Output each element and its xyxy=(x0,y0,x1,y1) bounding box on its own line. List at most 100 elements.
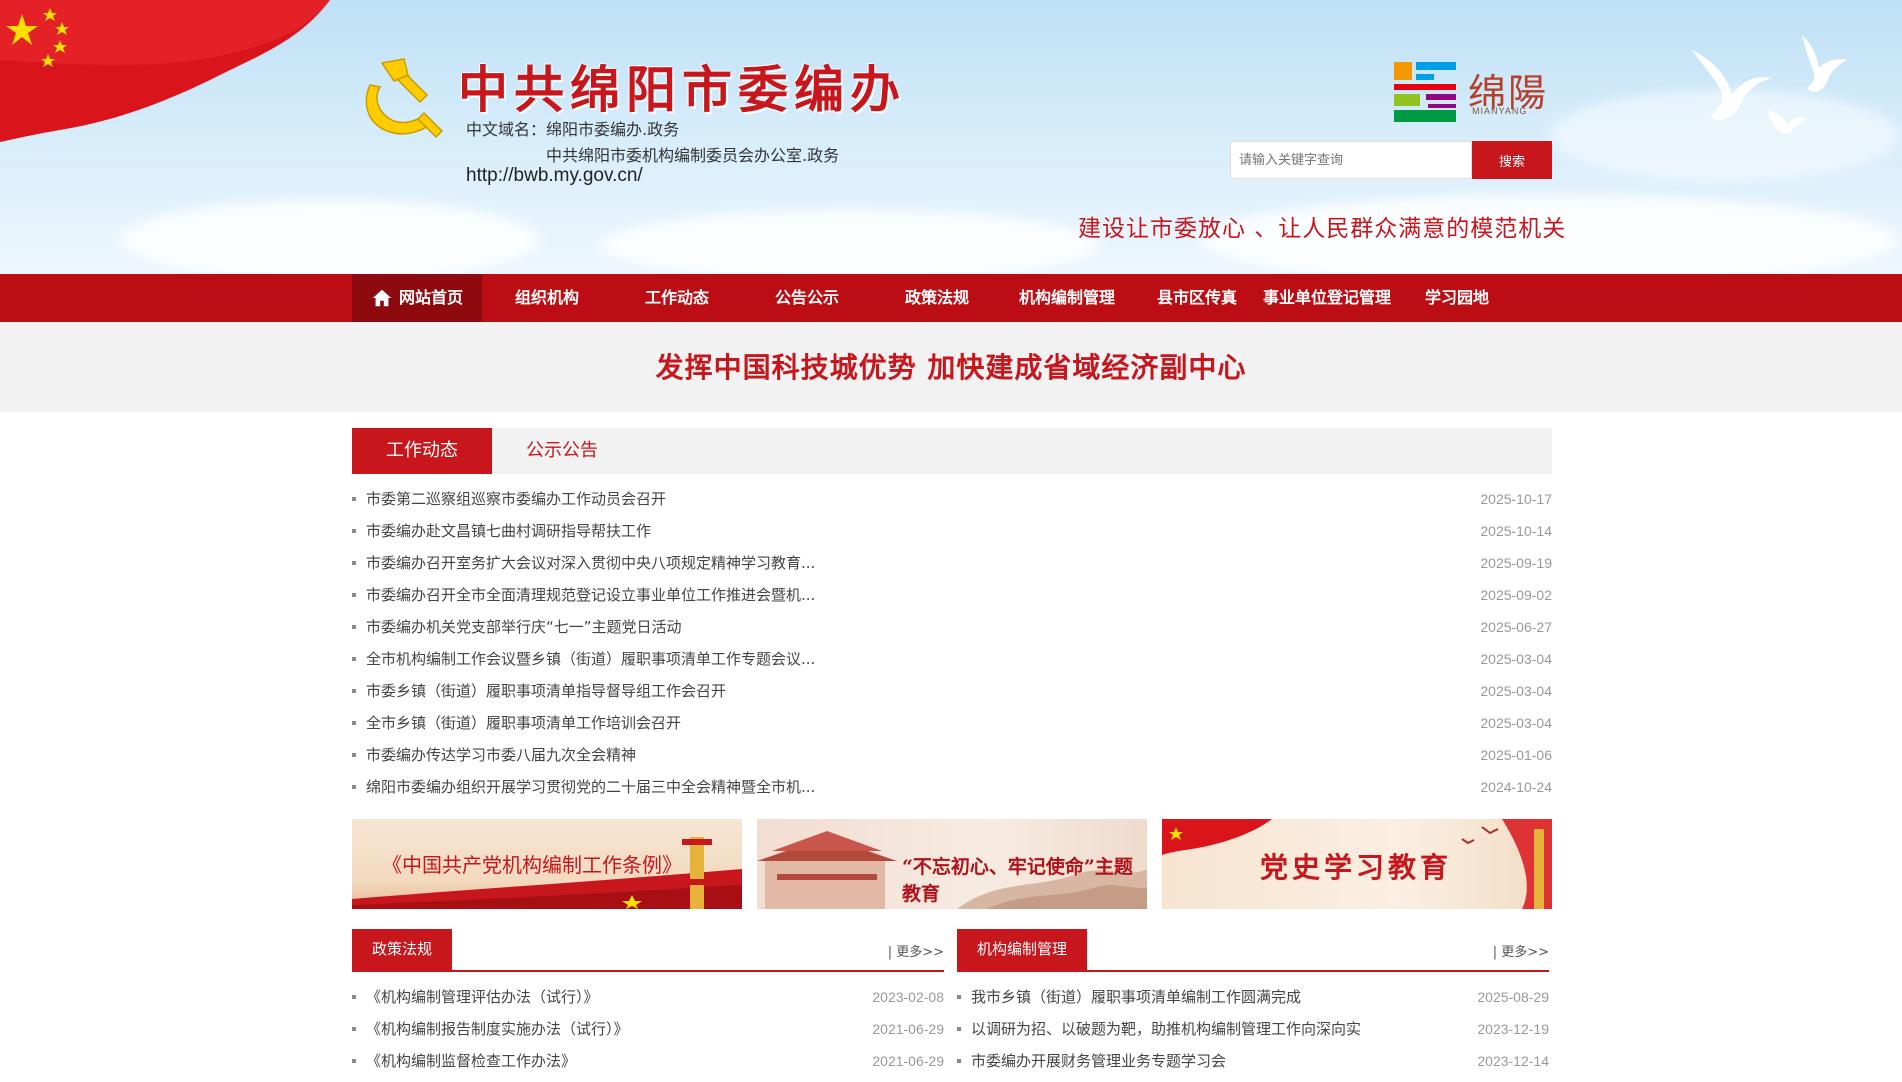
list-item: 全市乡镇（街道）履职事项清单工作培训会召开 2025-03-04 xyxy=(352,712,1552,744)
establishment-section: 机构编制管理 | 更多>> 我市乡镇（街道）履职事项清单编制工作圆满完成 2025… xyxy=(957,929,1549,1082)
section-title[interactable]: 政策法规 xyxy=(352,929,453,970)
nav-item-work-news[interactable]: 工作动态 xyxy=(612,274,742,322)
list-item: 《机构编制监督检查工作办法》 2021-06-29 xyxy=(352,1050,944,1082)
list-item: 市委编办召开全市全面清理规范登记设立事业单位工作推进会暨机... 2025-09-… xyxy=(352,584,1552,616)
banner-text: 发挥中国科技城优势 加快建成省域经济副中心 xyxy=(655,351,1247,384)
bullet-icon xyxy=(352,561,356,565)
main-nav: 网站首页 组织机构 工作动态 公告公示 政策法规 机构编制管理 县市区传真 事业… xyxy=(0,274,1902,322)
establishment-date: 2025-08-29 xyxy=(1477,989,1549,1005)
bullet-icon xyxy=(957,1059,961,1063)
news-date: 2025-03-04 xyxy=(1480,683,1552,699)
list-item: 我市乡镇（街道）履职事项清单编制工作圆满完成 2025-08-29 xyxy=(957,986,1549,1018)
news-title-link[interactable]: 全市乡镇（街道）履职事项清单工作培训会召开 xyxy=(366,712,681,734)
promo-banner-theme-education[interactable]: “不忘初心、牢记使命”主题教育 xyxy=(757,819,1147,909)
search-input[interactable] xyxy=(1230,141,1472,179)
bullet-icon xyxy=(957,995,961,999)
nav-item-announcements[interactable]: 公告公示 xyxy=(742,274,872,322)
list-item: 全市机构编制工作会议暨乡镇（街道）履职事项清单工作专题会议... 2025-03-… xyxy=(352,648,1552,680)
establishment-list: 我市乡镇（街道）履职事项清单编制工作圆满完成 2025-08-29 以调研为招、以… xyxy=(957,986,1549,1082)
list-item: 以调研为招、以破题为靶，助推机构编制管理工作向深向实 2023-12-19 xyxy=(957,1018,1549,1050)
establishment-title-link[interactable]: 我市乡镇（街道）履职事项清单编制工作圆满完成 xyxy=(971,986,1301,1008)
policy-title-link[interactable]: 《机构编制报告制度实施办法（试行）》 xyxy=(366,1018,629,1040)
section-header: 政策法规 | 更多>> xyxy=(352,929,944,972)
nav-item-home[interactable]: 网站首页 xyxy=(352,274,482,322)
establishment-date: 2023-12-14 xyxy=(1477,1053,1549,1069)
list-item: 市委编办召开室务扩大会议对深入贯彻中央八项规定精神学习教育... 2025-09-… xyxy=(352,552,1552,584)
news-title-link[interactable]: 全市机构编制工作会议暨乡镇（街道）履职事项清单工作专题会议... xyxy=(366,648,815,670)
promo-banner-party-history[interactable]: 党史学习教育 xyxy=(1162,819,1552,909)
news-title-link[interactable]: 市委第二巡察组巡察市委编办工作动员会召开 xyxy=(366,488,666,510)
policy-title-link[interactable]: 《机构编制监督检查工作办法》 xyxy=(366,1050,576,1072)
news-date: 2025-03-04 xyxy=(1480,651,1552,667)
bullet-icon xyxy=(957,1027,961,1031)
promo-banner-regulations[interactable]: 《中国共产党机构编制工作条例》 xyxy=(352,819,742,909)
news-date: 2024-10-24 xyxy=(1480,779,1552,795)
list-item: 市委编办开展财务管理业务专题学习会 2023-12-14 xyxy=(957,1050,1549,1082)
nav-item-learning[interactable]: 学习园地 xyxy=(1392,274,1522,322)
nav-item-organization[interactable]: 组织机构 xyxy=(482,274,612,322)
promo-text: “不忘初心、牢记使命”主题教育 xyxy=(902,856,1133,905)
policy-section: 政策法规 | 更多>> 《机构编制管理评估办法（试行）》 2023-02-08 《… xyxy=(352,929,944,1082)
list-item: 市委编办赴文昌镇七曲村调研指导帮扶工作 2025-10-14 xyxy=(352,520,1552,552)
party-emblem-icon xyxy=(365,58,444,139)
promo-text: 《中国共产党机构编制工作条例》 xyxy=(382,853,682,877)
site-header: 中共绵阳市委编办 中文域名：绵阳市委编办.政务 中共绵阳市委机构编制委员会办公室… xyxy=(0,0,1902,274)
tab-announcements[interactable]: 公示公告 xyxy=(492,428,632,474)
cloud-decoration xyxy=(600,210,1100,274)
mianyang-logo-subtext: MIANYANG xyxy=(1472,106,1528,116)
policy-list: 《机构编制管理评估办法（试行）》 2023-02-08 《机构编制报告制度实施办法… xyxy=(352,986,944,1082)
nav-item-policies[interactable]: 政策法规 xyxy=(872,274,1002,322)
site-url[interactable]: http://bwb.my.gov.cn/ xyxy=(466,165,643,187)
news-title-link[interactable]: 市委编办机关党支部举行庆“七一”主题党日活动 xyxy=(366,616,682,638)
dove-icon xyxy=(1692,35,1847,134)
news-date: 2025-09-19 xyxy=(1480,555,1552,571)
policy-date: 2021-06-29 xyxy=(872,1021,944,1037)
news-title-link[interactable]: 市委乡镇（街道）履职事项清单指导督导组工作会召开 xyxy=(366,680,726,702)
more-link[interactable]: | 更多>> xyxy=(1493,941,1549,960)
news-title-link[interactable]: 市委编办召开室务扩大会议对深入贯彻中央八项规定精神学习教育... xyxy=(366,552,815,574)
policy-title-link[interactable]: 《机构编制管理评估办法（试行）》 xyxy=(366,986,599,1008)
bullet-icon xyxy=(352,657,356,661)
news-date: 2025-06-27 xyxy=(1480,619,1552,635)
list-item: 市委编办机关党支部举行庆“七一”主题党日活动 2025-06-27 xyxy=(352,616,1552,648)
bullet-icon xyxy=(352,995,356,999)
nav-item-public-institution-registration[interactable]: 事业单位登记管理 xyxy=(1262,274,1392,322)
section-title[interactable]: 机构编制管理 xyxy=(957,929,1088,970)
bullet-icon xyxy=(352,529,356,533)
news-date: 2025-10-14 xyxy=(1480,523,1552,539)
header-slogan: 建设让市委放心 、让人民群众满意的模范机关 xyxy=(1078,216,1567,242)
nav-item-county-news[interactable]: 县市区传真 xyxy=(1132,274,1262,322)
news-date: 2025-01-06 xyxy=(1480,747,1552,763)
list-item: 《机构编制报告制度实施办法（试行）》 2021-06-29 xyxy=(352,1018,944,1050)
more-link[interactable]: | 更多>> xyxy=(888,941,944,960)
policy-date: 2021-06-29 xyxy=(872,1053,944,1069)
chinese-domain-label-2: 中共绵阳市委机构编制委员会办公室.政务 xyxy=(546,146,840,165)
nav-item-label: 网站首页 xyxy=(398,288,463,307)
list-item: 绵阳市委编办组织开展学习贯彻党的二十届三中全会精神暨全市机... 2024-10-… xyxy=(352,776,1552,808)
list-item: 市委乡镇（街道）履职事项清单指导督导组工作会召开 2025-03-04 xyxy=(352,680,1552,712)
news-list: 市委第二巡察组巡察市委编办工作动员会召开 2025-10-17 市委编办赴文昌镇七… xyxy=(352,488,1552,808)
establishment-title-link[interactable]: 以调研为招、以破题为靶，助推机构编制管理工作向深向实 xyxy=(971,1018,1361,1040)
nav-item-establishment-management[interactable]: 机构编制管理 xyxy=(1002,274,1132,322)
search-button[interactable]: 搜索 xyxy=(1472,141,1552,179)
news-title-link[interactable]: 市委编办传达学习市委八届九次全会精神 xyxy=(366,744,636,766)
bullet-icon xyxy=(352,753,356,757)
news-date: 2025-03-04 xyxy=(1480,715,1552,731)
news-title-link[interactable]: 市委编办召开全市全面清理规范登记设立事业单位工作推进会暨机... xyxy=(366,584,815,606)
establishment-title-link[interactable]: 市委编办开展财务管理业务专题学习会 xyxy=(971,1050,1226,1072)
home-icon xyxy=(372,289,392,307)
news-tabs: 工作动态 公示公告 xyxy=(352,428,1552,474)
site-title: 中共绵阳市委编办 xyxy=(458,60,906,119)
news-title-link[interactable]: 市委编办赴文昌镇七曲村调研指导帮扶工作 xyxy=(366,520,651,542)
bullet-icon xyxy=(352,593,356,597)
list-item: 市委编办传达学习市委八届九次全会精神 2025-01-06 xyxy=(352,744,1552,776)
news-date: 2025-10-17 xyxy=(1480,491,1552,507)
list-item: 《机构编制管理评估办法（试行）》 2023-02-08 xyxy=(352,986,944,1018)
bullet-icon xyxy=(352,1027,356,1031)
policy-date: 2023-02-08 xyxy=(872,989,944,1005)
bullet-icon xyxy=(352,625,356,629)
news-date: 2025-09-02 xyxy=(1480,587,1552,603)
news-title-link[interactable]: 绵阳市委编办组织开展学习贯彻党的二十届三中全会精神暨全市机... xyxy=(366,776,815,798)
tab-work-news[interactable]: 工作动态 xyxy=(352,428,492,474)
bullet-icon xyxy=(352,1059,356,1063)
